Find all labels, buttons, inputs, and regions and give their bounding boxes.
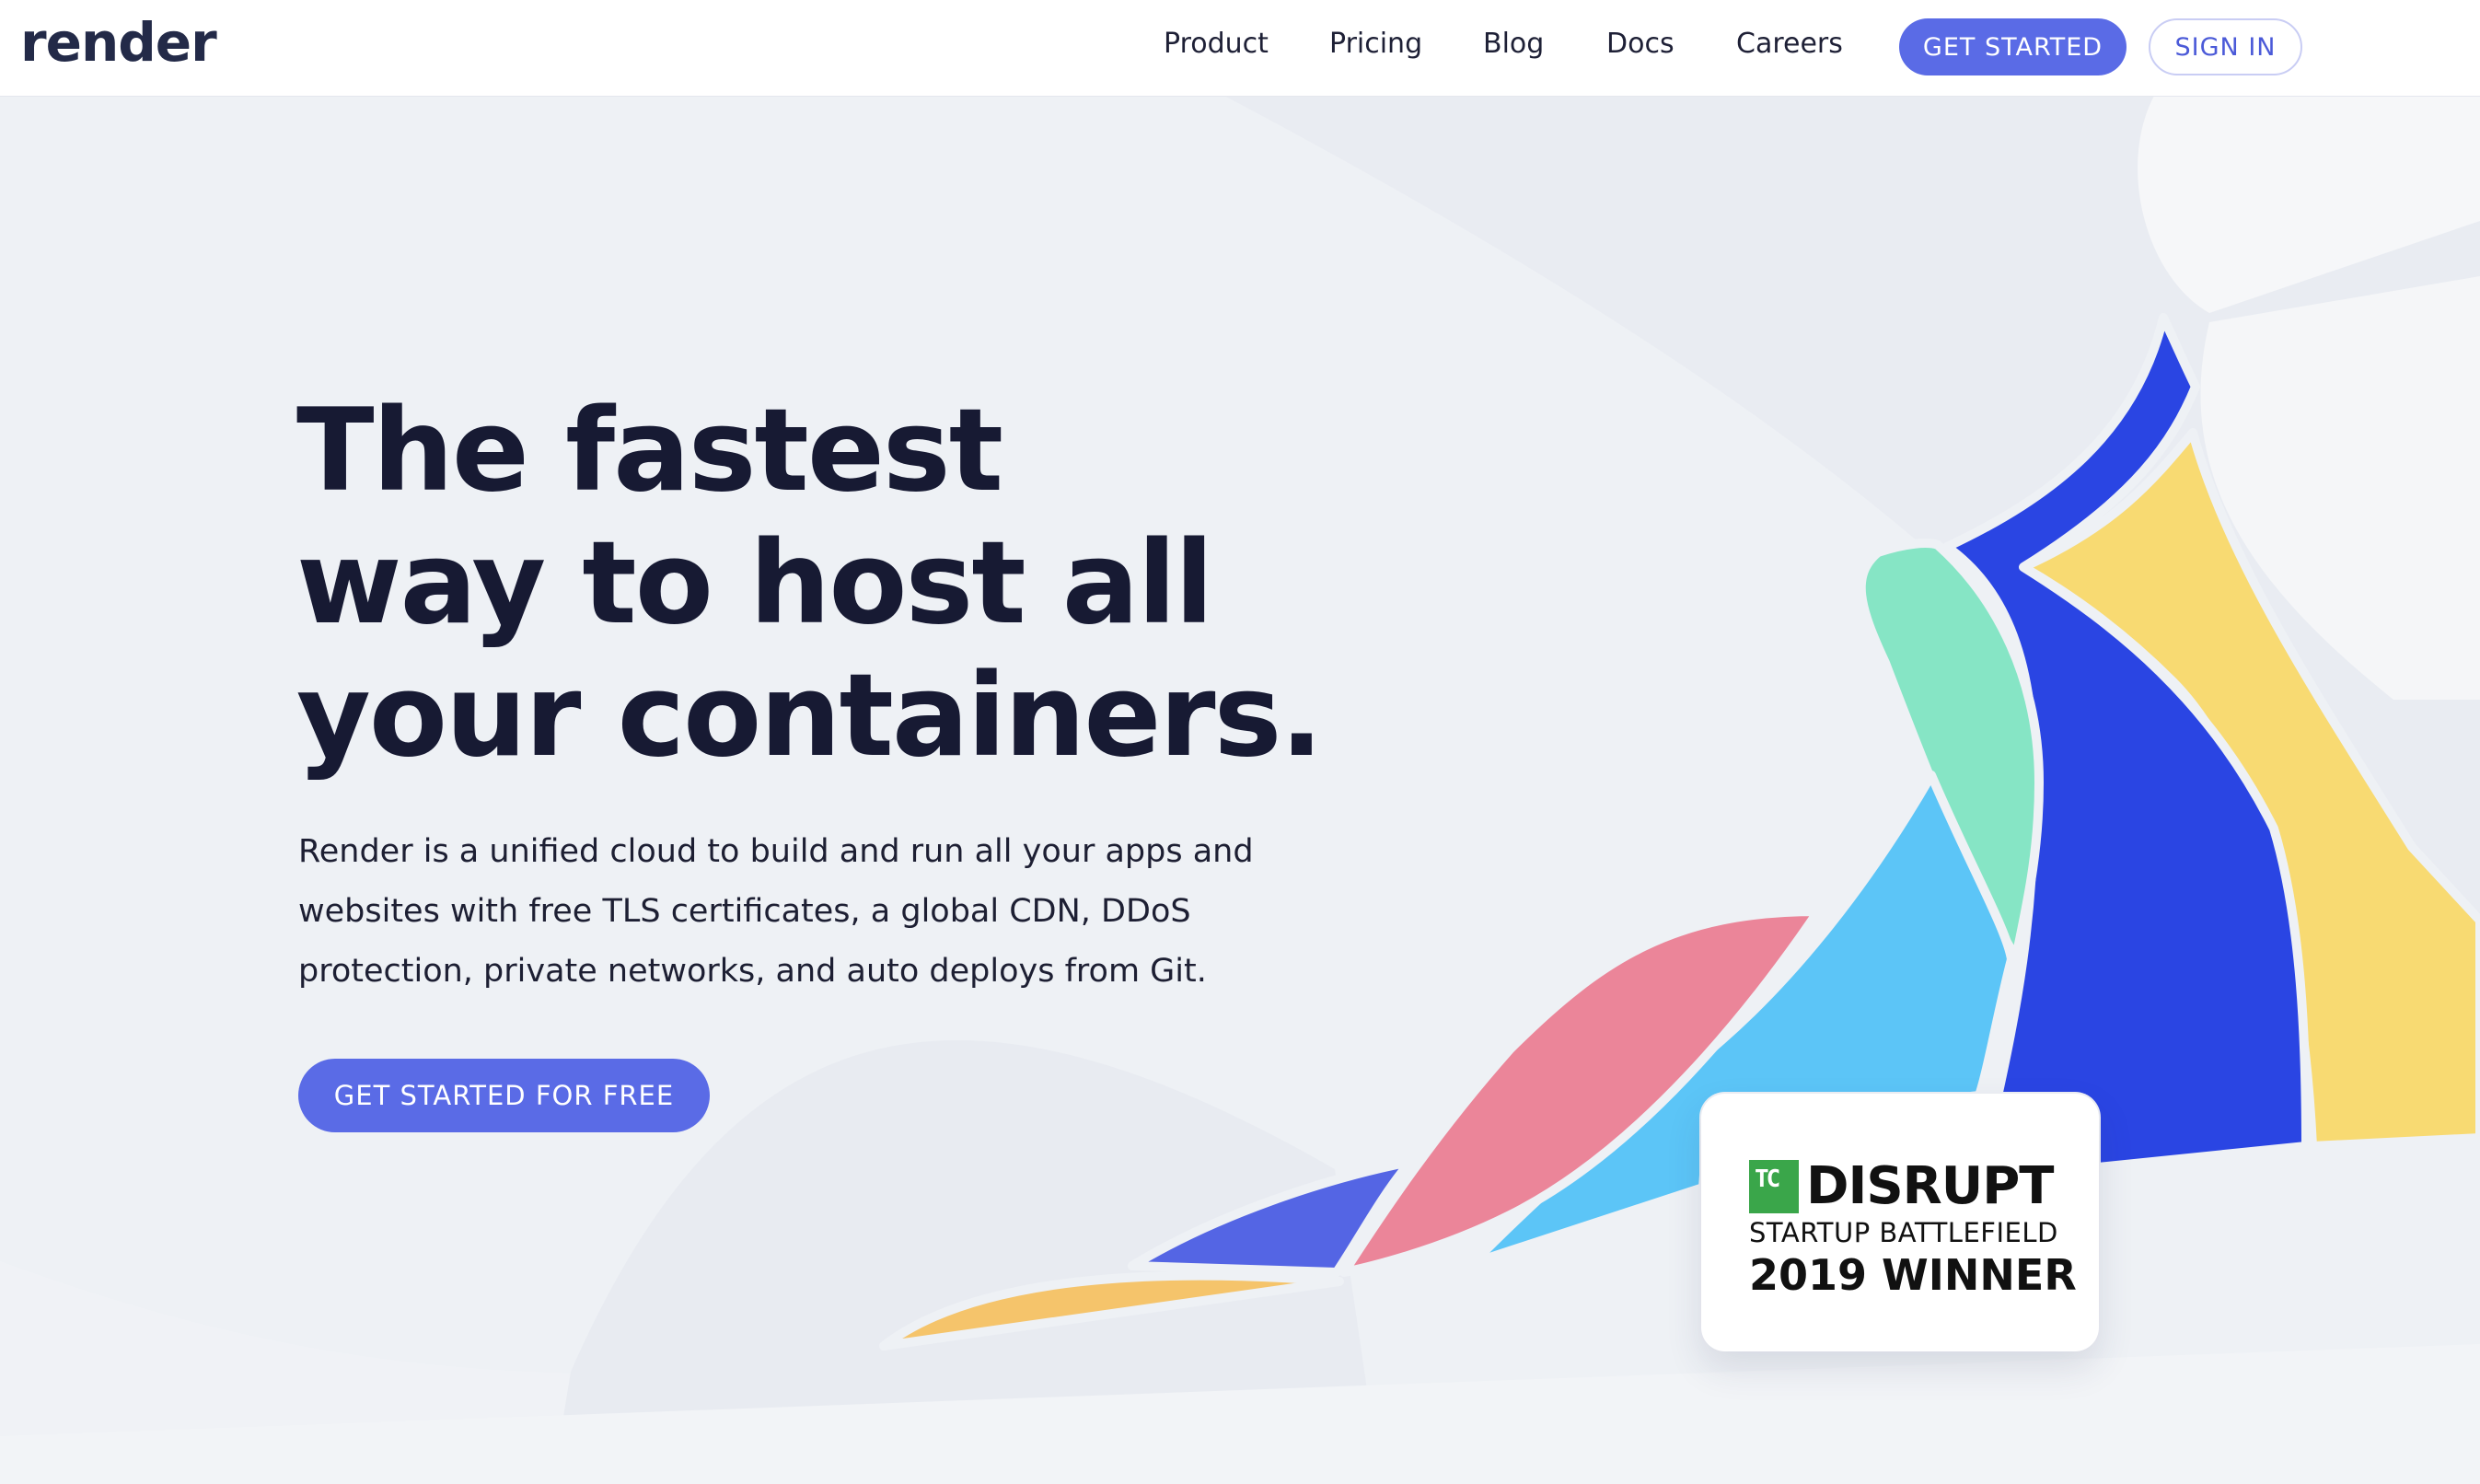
- nav-docs[interactable]: Docs: [1606, 28, 1675, 60]
- render-logo[interactable]: render: [20, 11, 217, 74]
- headline-line-2: way to host all: [296, 517, 1213, 650]
- description-line-1: Render is a unified cloud to build and r…: [298, 833, 1254, 870]
- nav-pricing[interactable]: Pricing: [1329, 28, 1422, 60]
- nav-careers[interactable]: Careers: [1736, 28, 1843, 60]
- hero-description: Render is a unified cloud to build and r…: [298, 822, 1311, 1002]
- badge-subtitle: STARTUP BATTLEFIELD: [1749, 1217, 2058, 1248]
- hero-illustration: [0, 96, 2480, 1484]
- disrupt-logo-row: TC DISRUPT: [1749, 1156, 2054, 1216]
- nav-blog[interactable]: Blog: [1483, 28, 1544, 60]
- get-started-button[interactable]: GET STARTED: [1899, 18, 2127, 75]
- headline-line-1: The fastest: [296, 385, 1003, 517]
- disrupt-award-badge: TC DISRUPT STARTUP BATTLEFIELD 2019 WINN…: [1701, 1094, 2099, 1351]
- sign-in-button[interactable]: SIGN IN: [2149, 18, 2302, 75]
- nav-product[interactable]: Product: [1164, 28, 1269, 60]
- top-nav-bar: render Product Pricing Blog Docs Careers…: [0, 0, 2480, 97]
- description-line-2: websites with free TLS certificates, a g…: [298, 893, 1191, 930]
- techcrunch-logo-icon: TC: [1749, 1159, 1799, 1213]
- badge-award: 2019 WINNER: [1749, 1250, 2077, 1300]
- hero-headline: The fastest way to host all your contain…: [296, 385, 1401, 783]
- get-started-free-button[interactable]: GET STARTED FOR FREE: [298, 1059, 710, 1132]
- description-line-3: protection, private networks, and auto d…: [298, 953, 1207, 990]
- headline-line-3: your containers.: [296, 650, 1324, 783]
- disrupt-title: DISRUPT: [1806, 1156, 2054, 1216]
